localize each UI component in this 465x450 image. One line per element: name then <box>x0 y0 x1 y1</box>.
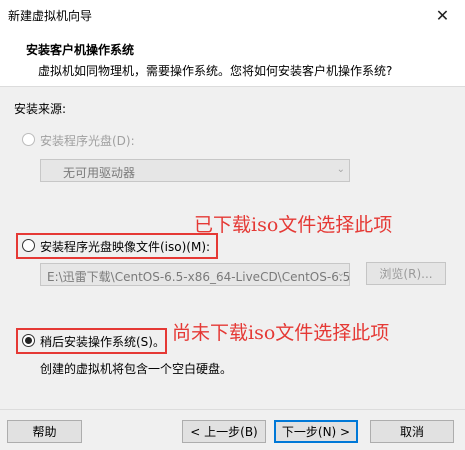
next-button[interactable]: 下一步(N) > <box>274 420 358 443</box>
chevron-down-icon: ⌄ <box>336 268 345 279</box>
radio-iso-image[interactable] <box>22 239 35 252</box>
browse-button[interactable]: 浏览(R)... <box>366 262 446 285</box>
window-title: 新建虚拟机向导 <box>8 9 93 23</box>
iso-path-input[interactable]: E:\迅雷下载\CentOS-6.5-x86_64-LiveCD\CentOS-… <box>40 263 350 286</box>
installer-disc-label: 安装程序光盘(D): <box>40 134 135 148</box>
page-subtitle: 虚拟机如同物理机，需要操作系统。您将如何安装客户机操作系统? <box>38 64 393 78</box>
page-title: 安装客户机操作系统 <box>26 43 135 57</box>
wizard-body: 安装来源: 安装程序光盘(D): 无可用驱动器 ⌄ 安装程序光盘映像文件(iso… <box>0 87 465 409</box>
close-icon[interactable]: ✕ <box>420 0 465 31</box>
radio-install-later[interactable] <box>22 334 35 347</box>
cancel-button[interactable]: 取消 <box>370 420 454 443</box>
install-later-description: 创建的虚拟机将包含一个空白硬盘。 <box>40 362 233 376</box>
back-button[interactable]: < 上一步(B) <box>182 420 266 443</box>
iso-image-label: 安装程序光盘映像文件(iso)(M): <box>40 240 211 254</box>
install-source-label: 安装来源: <box>14 102 67 116</box>
install-later-label: 稍后安装操作系统(S)。 <box>40 335 165 349</box>
help-button[interactable]: 帮助 <box>7 420 82 443</box>
wizard-header: 安装客户机操作系统 虚拟机如同物理机，需要操作系统。您将如何安装客户机操作系统? <box>0 31 465 87</box>
iso-path-value: E:\迅雷下载\CentOS-6.5-x86_64-LiveCD\CentOS-… <box>47 270 350 284</box>
disc-drive-value: 无可用驱动器 <box>63 166 136 180</box>
radio-installer-disc[interactable] <box>22 133 35 146</box>
disc-drive-dropdown[interactable]: 无可用驱动器 ⌄ <box>40 159 350 182</box>
wizard-footer: 帮助 < 上一步(B) 下一步(N) > 取消 <box>0 409 465 450</box>
chevron-down-icon: ⌄ <box>336 164 345 175</box>
annotation-iso-note: 已下载iso文件选择此项 <box>194 214 393 236</box>
title-bar: 新建虚拟机向导 ✕ <box>0 0 465 31</box>
annotation-later-note: 尚未下载iso文件选择此项 <box>172 322 390 344</box>
